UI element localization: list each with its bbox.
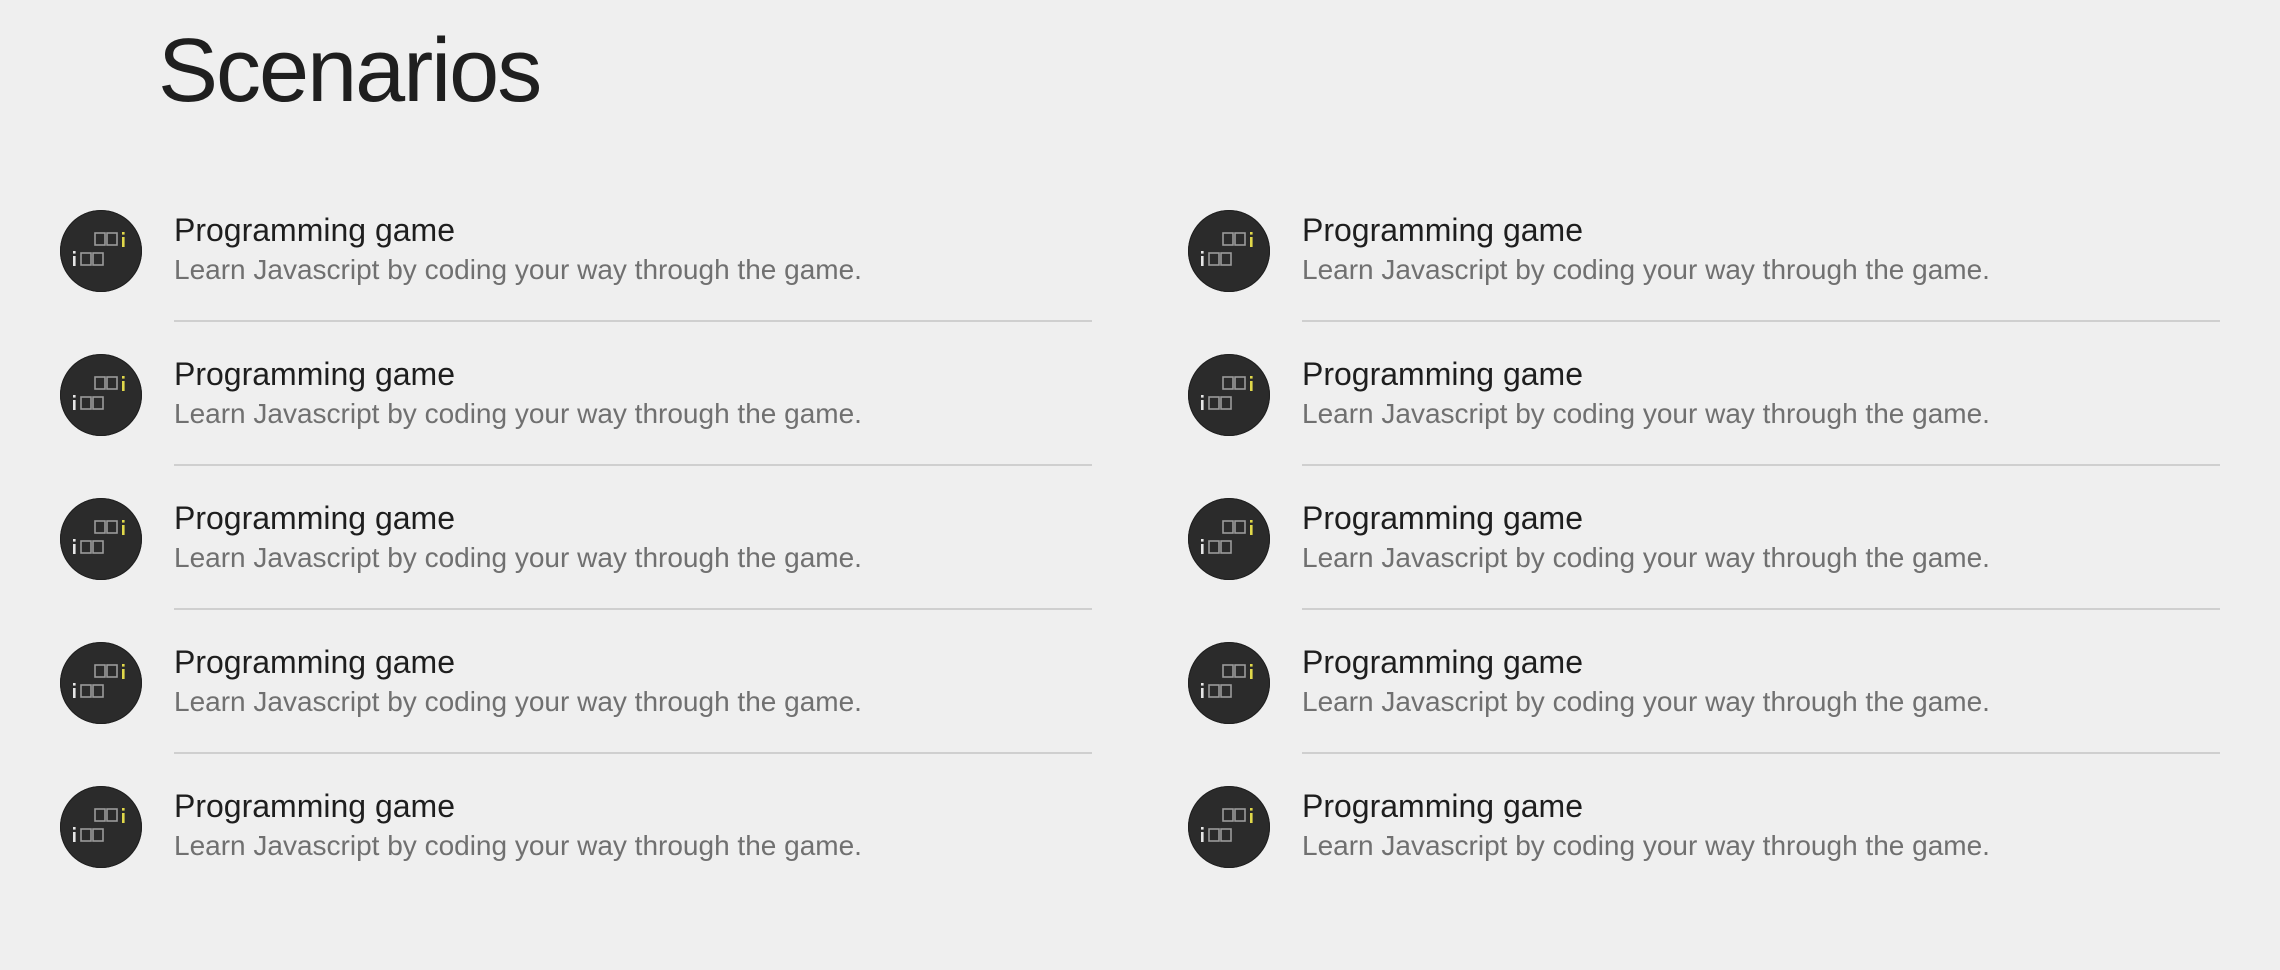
programming-game-icon — [1188, 498, 1270, 580]
scenario-text: Programming game Learn Javascript by codi… — [174, 632, 1092, 754]
scenario-list-item[interactable]: Programming game Learn Javascript by codi… — [1188, 200, 2220, 344]
scenario-column-1: Programming game Learn Javascript by codi… — [60, 200, 1092, 920]
scenario-title: Programming game — [174, 644, 455, 680]
scenario-title: Programming game — [174, 356, 455, 392]
scenario-description: Learn Javascript by coding your way thro… — [174, 254, 862, 285]
scenario-list-item[interactable]: Programming game Learn Javascript by codi… — [60, 200, 1092, 344]
programming-game-icon — [1188, 210, 1270, 292]
scenario-text: Programming game Learn Javascript by codi… — [174, 344, 1092, 466]
scenario-title: Programming game — [174, 500, 455, 536]
scenario-text: Programming game Learn Javascript by codi… — [174, 776, 1092, 898]
scenario-text: Programming game Learn Javascript by codi… — [1302, 632, 2220, 754]
programming-game-icon — [1188, 354, 1270, 436]
scenario-title: Programming game — [1302, 212, 1583, 248]
programming-game-icon — [60, 210, 142, 292]
scenario-description: Learn Javascript by coding your way thro… — [1302, 542, 1990, 573]
programming-game-icon — [1188, 642, 1270, 724]
scenario-text: Programming game Learn Javascript by codi… — [1302, 776, 2220, 898]
scenario-description: Learn Javascript by coding your way thro… — [1302, 398, 1990, 429]
scenario-title: Programming game — [174, 788, 455, 824]
scenario-list-item[interactable]: Programming game Learn Javascript by codi… — [1188, 344, 2220, 488]
scenario-column-2: Programming game Learn Javascript by codi… — [1188, 200, 2220, 920]
scenario-text: Programming game Learn Javascript by codi… — [1302, 488, 2220, 610]
scenario-list-item[interactable]: Programming game Learn Javascript by codi… — [60, 488, 1092, 632]
programming-game-icon — [60, 498, 142, 580]
programming-game-icon — [60, 642, 142, 724]
scenario-text: Programming game Learn Javascript by codi… — [174, 200, 1092, 322]
scenario-description: Learn Javascript by coding your way thro… — [174, 830, 862, 861]
programming-game-icon — [1188, 786, 1270, 868]
scenario-description: Learn Javascript by coding your way thro… — [1302, 830, 1990, 861]
scenario-description: Learn Javascript by coding your way thro… — [174, 542, 862, 573]
scenario-title: Programming game — [1302, 644, 1583, 680]
scenario-list-item[interactable]: Programming game Learn Javascript by codi… — [1188, 776, 2220, 920]
scenario-title: Programming game — [1302, 788, 1583, 824]
programming-game-icon — [60, 786, 142, 868]
scenario-grid: Programming game Learn Javascript by codi… — [60, 200, 2220, 920]
scenario-list-item[interactable]: Programming game Learn Javascript by codi… — [60, 632, 1092, 776]
scenario-title: Programming game — [174, 212, 455, 248]
scenario-title: Programming game — [1302, 500, 1583, 536]
scenario-list-item[interactable]: Programming game Learn Javascript by codi… — [60, 776, 1092, 920]
scenario-list-item[interactable]: Programming game Learn Javascript by codi… — [60, 344, 1092, 488]
scenario-list-item[interactable]: Programming game Learn Javascript by codi… — [1188, 488, 2220, 632]
scenario-list-item[interactable]: Programming game Learn Javascript by codi… — [1188, 632, 2220, 776]
scenario-description: Learn Javascript by coding your way thro… — [1302, 686, 1990, 717]
scenario-text: Programming game Learn Javascript by codi… — [1302, 200, 2220, 322]
scenario-title: Programming game — [1302, 356, 1583, 392]
scenario-description: Learn Javascript by coding your way thro… — [1302, 254, 1990, 285]
programming-game-icon — [60, 354, 142, 436]
scenario-description: Learn Javascript by coding your way thro… — [174, 398, 862, 429]
scenario-description: Learn Javascript by coding your way thro… — [174, 686, 862, 717]
page-title: Scenarios — [158, 21, 542, 121]
scenario-text: Programming game Learn Javascript by codi… — [1302, 344, 2220, 466]
scenario-text: Programming game Learn Javascript by codi… — [174, 488, 1092, 610]
